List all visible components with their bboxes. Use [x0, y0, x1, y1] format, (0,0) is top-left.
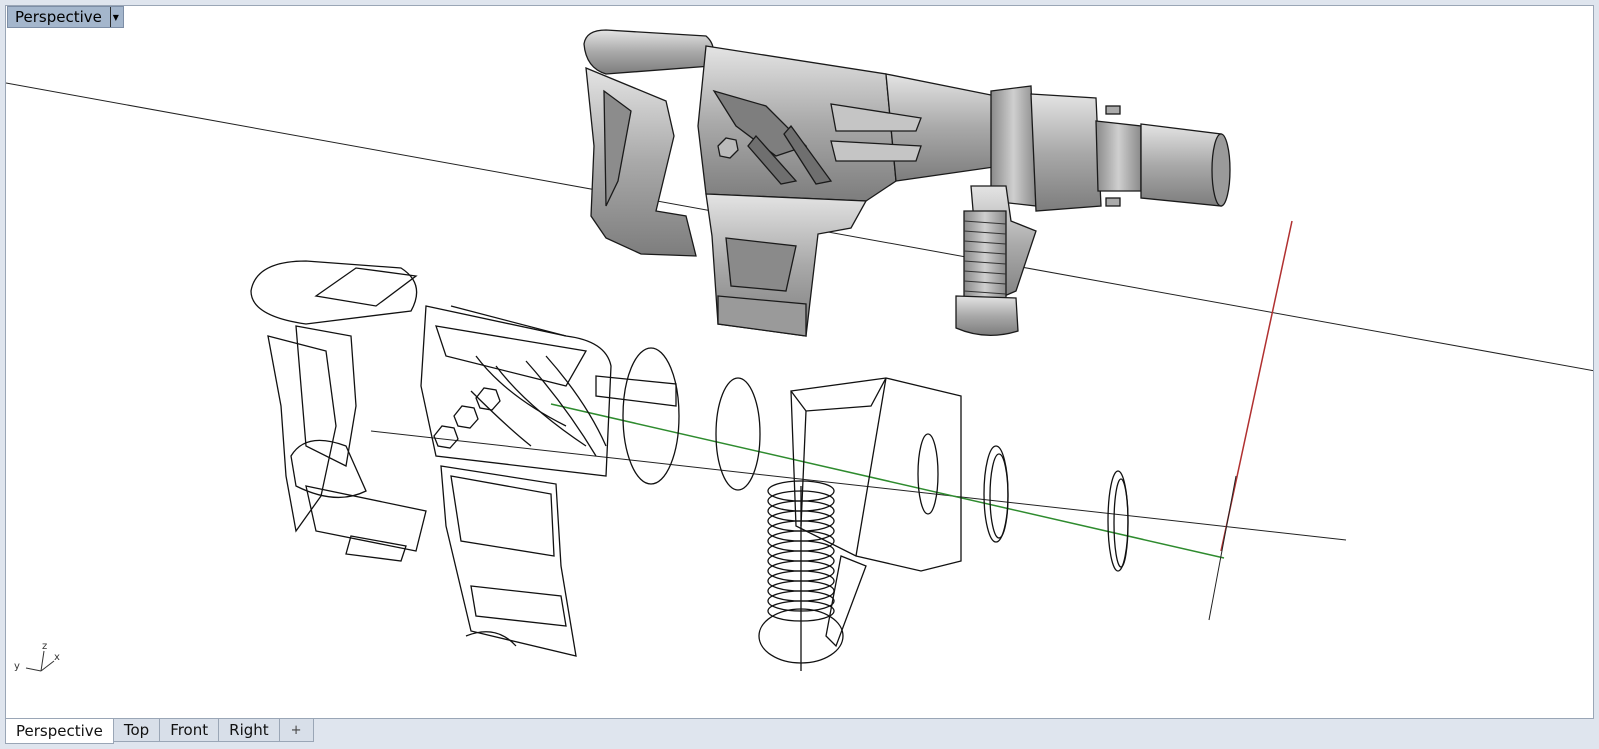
wire-grip: [267, 335, 337, 533]
tab-label: Top: [123, 721, 150, 739]
axis-z-label: z: [42, 641, 47, 652]
rear-grip: [585, 66, 697, 257]
perspective-viewport[interactable]: z x y Perspective ▼: [5, 5, 1594, 719]
tab-label: Perspective: [16, 722, 103, 740]
viewport-title-button[interactable]: Perspective ▼: [7, 6, 124, 28]
wire-spring-coil: [758, 480, 844, 671]
front-housing: [1030, 93, 1102, 212]
plus-icon: +: [290, 722, 302, 738]
tab-front[interactable]: Front: [159, 719, 220, 742]
axis-y-label: y: [14, 661, 20, 672]
scene-canvas[interactable]: z x y: [6, 6, 1594, 719]
viewport-tab-bar: Perspective Top Front Right +: [5, 719, 1594, 749]
wire-ring-3: [917, 433, 939, 515]
tab-top[interactable]: Top: [112, 719, 161, 742]
tab-perspective[interactable]: Perspective: [5, 719, 114, 744]
grid-line-lower: [370, 430, 1347, 541]
rear-handle-top: [583, 29, 715, 75]
tab-right[interactable]: Right: [218, 719, 280, 742]
axis-triad-icon: [25, 650, 55, 672]
wire-hex-nut: [433, 425, 459, 449]
wire-ring-2: [715, 377, 761, 491]
viewport-title: Perspective: [15, 8, 102, 26]
add-viewport-tab-button[interactable]: +: [278, 719, 314, 742]
z-axis-line: [1208, 475, 1237, 621]
side-handle-cap: [955, 295, 1019, 336]
axis-x-label: x: [54, 652, 60, 663]
caret-down-icon[interactable]: ▼: [109, 7, 121, 27]
tab-label: Right: [229, 721, 269, 739]
shaded-hammer-drill-model: [583, 29, 1231, 337]
front-nozzle: [1140, 123, 1222, 207]
tab-label: Front: [170, 721, 209, 739]
wire-body: [420, 305, 612, 477]
wire-ring-large: [622, 347, 680, 485]
wire-battery: [440, 465, 577, 657]
wire-handle-top: [250, 260, 418, 325]
